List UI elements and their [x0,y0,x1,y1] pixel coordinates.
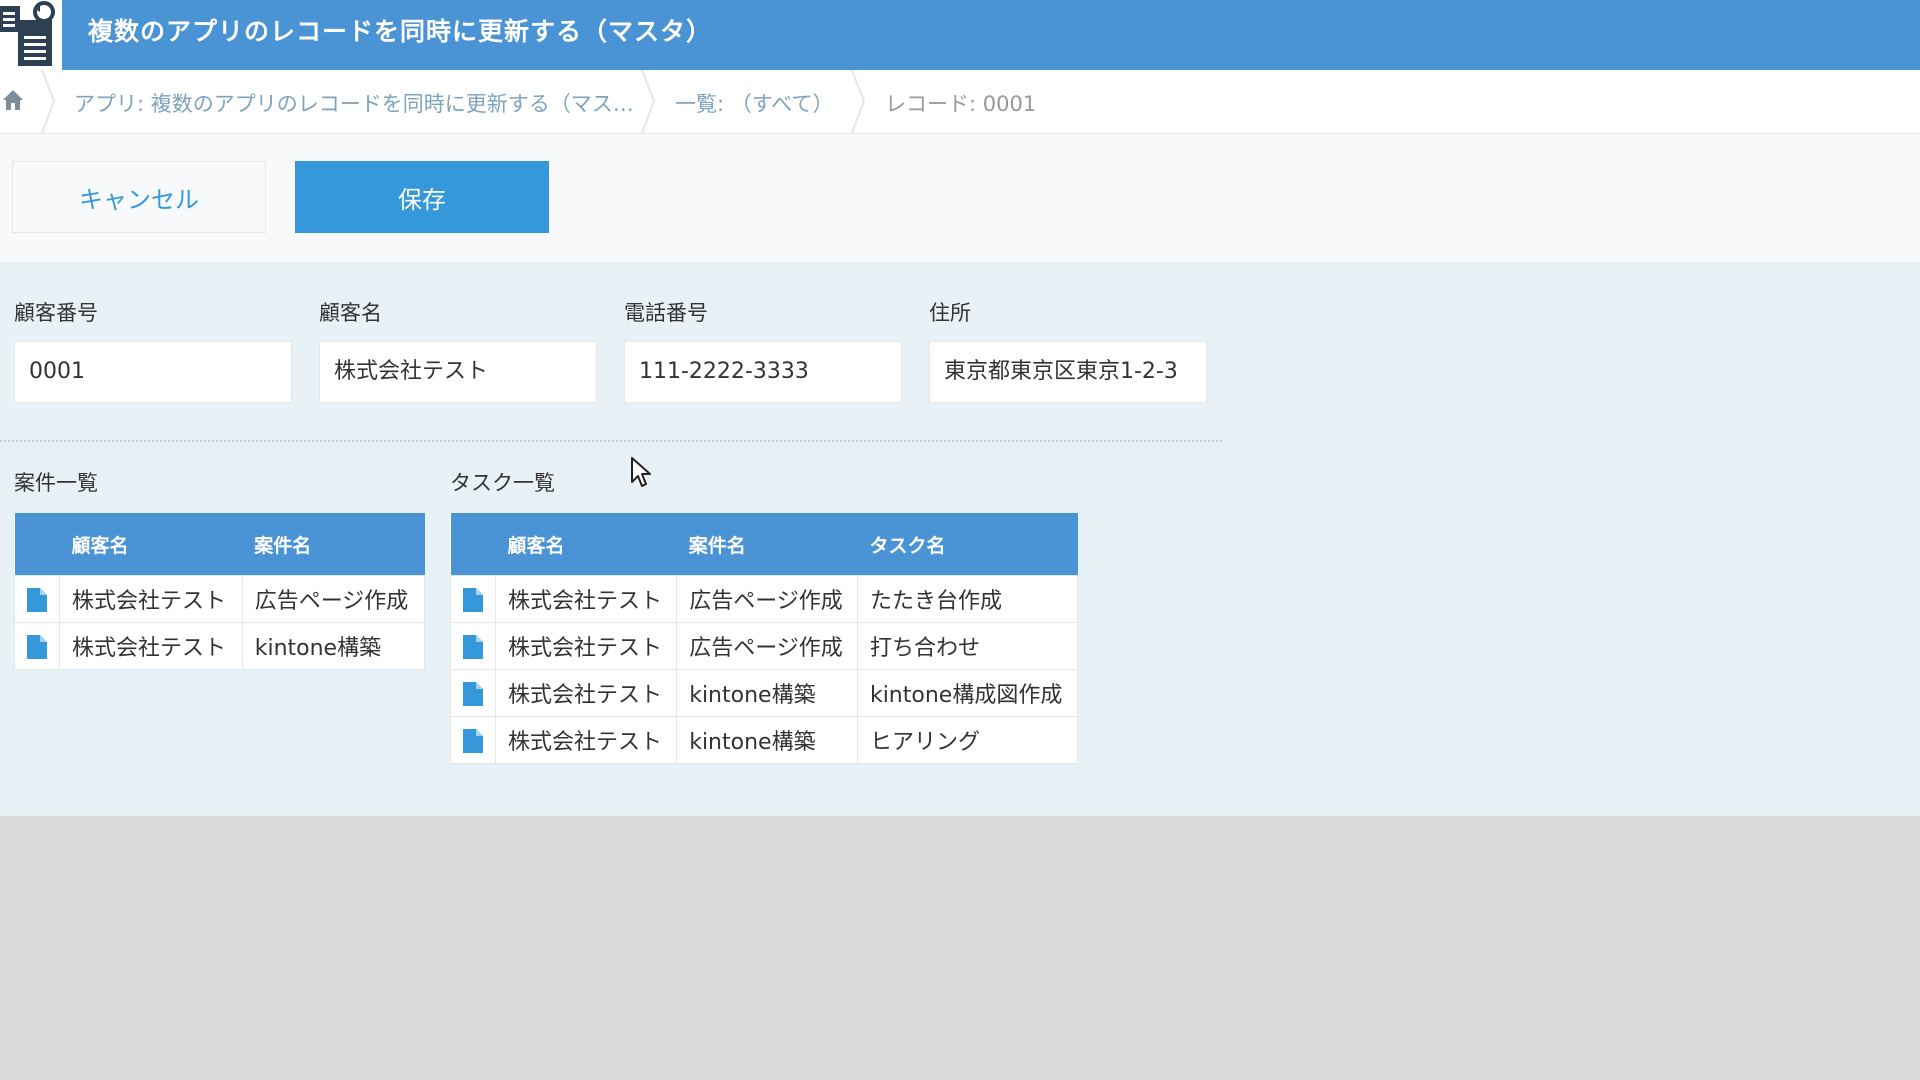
app-title: 複数のアプリのレコードを同時に更新する（マスタ） [88,17,713,46]
table-row[interactable]: 株式会社テスト 広告ページ作成 [14,575,426,623]
header-icon-column [450,513,496,576]
edit-toolbar: キャンセル 保存 [0,134,1920,262]
table-cell: 株式会社テスト [494,669,678,717]
table-cell: kintone構築 [676,716,858,764]
projects-table: 顧客名 案件名 株式会社テスト 広告ページ作成 株式会社テスト kintone構… [14,513,426,670]
table-cell: kintone構築 [241,622,426,670]
save-button[interactable]: 保存 [295,161,549,233]
app-icon[interactable] [0,0,62,70]
customer-name-input[interactable]: 株式会社テスト [319,341,597,403]
breadcrumb-view-link[interactable]: 一覧: （すべて） [675,88,833,118]
field-divider [0,440,1222,442]
record-doc-icon[interactable] [14,622,60,670]
address-input[interactable]: 東京都東京区東京1-2-3 [929,341,1207,403]
record-doc-icon[interactable] [450,622,496,670]
address-label: 住所 [929,301,971,325]
tasks-table-title: タスク一覧 [450,471,555,495]
table-header-row: 顧客名 案件名 [14,513,425,576]
column-header: 顧客名 [59,513,243,576]
customer-name-label: 顧客名 [319,301,382,325]
projects-table-title: 案件一覧 [14,471,98,495]
table-cell: 広告ページ作成 [676,575,858,623]
app-header: 複数のアプリのレコードを同時に更新する（マスタ） [0,0,1920,70]
column-header: 顧客名 [495,513,677,576]
breadcrumb-separator [41,70,56,133]
record-doc-icon[interactable] [450,575,496,623]
mouse-cursor-icon [630,456,652,492]
column-header: 案件名 [676,513,858,576]
table-row[interactable]: 株式会社テスト 広告ページ作成 打ち合わせ [450,622,1079,670]
table-cell: 株式会社テスト [59,575,243,623]
tasks-table: 顧客名 案件名 タスク名 株式会社テスト 広告ページ作成 たたき台作成 株式会社… [450,513,1079,764]
table-row[interactable]: 株式会社テスト kintone構築 ヒアリング [450,716,1079,764]
table-cell: たたき台作成 [856,575,1079,623]
breadcrumb-separator [851,70,866,133]
table-cell: 株式会社テスト [59,622,243,670]
table-cell: 株式会社テスト [494,622,678,670]
table-header-row: 顧客名 案件名 タスク名 [450,513,1078,576]
table-row[interactable]: 株式会社テスト kintone構築 [14,622,426,670]
table-row[interactable]: 株式会社テスト kintone構築 kintone構成図作成 [450,669,1079,717]
table-cell: 広告ページ作成 [241,575,426,623]
table-cell: 株式会社テスト [494,575,678,623]
customer-no-input[interactable]: 0001 [14,341,292,403]
cancel-button[interactable]: キャンセル [12,161,266,233]
table-cell: ヒアリング [856,716,1079,764]
header-icon-column [14,513,60,576]
breadcrumb-app-link[interactable]: アプリ: 複数のアプリのレコードを同時に更新する（マス… [74,88,634,118]
record-doc-icon[interactable] [14,575,60,623]
record-doc-icon[interactable] [450,669,496,717]
table-cell: 打ち合わせ [856,622,1079,670]
column-header: 案件名 [242,513,425,576]
table-cell: kintone構築 [676,669,858,717]
table-cell: kintone構成図作成 [856,669,1079,717]
breadcrumb: アプリ: 複数のアプリのレコードを同時に更新する（マス… 一覧: （すべて） レ… [0,70,1920,134]
phone-input[interactable]: 111-2222-3333 [624,341,902,403]
column-header: タスク名 [857,513,1078,576]
table-row[interactable]: 株式会社テスト 広告ページ作成 たたき台作成 [450,575,1079,623]
breadcrumb-record: レコード: 0001 [885,92,1037,116]
record-form: 顧客番号 0001 顧客名 株式会社テスト 電話番号 111-2222-3333… [0,262,1920,816]
record-doc-icon[interactable] [450,716,496,764]
breadcrumb-separator [641,70,656,133]
table-cell: 株式会社テスト [494,716,678,764]
home-icon[interactable] [2,88,24,116]
phone-label: 電話番号 [624,301,708,325]
table-cell: 広告ページ作成 [676,622,858,670]
customer-no-label: 顧客番号 [14,301,98,325]
